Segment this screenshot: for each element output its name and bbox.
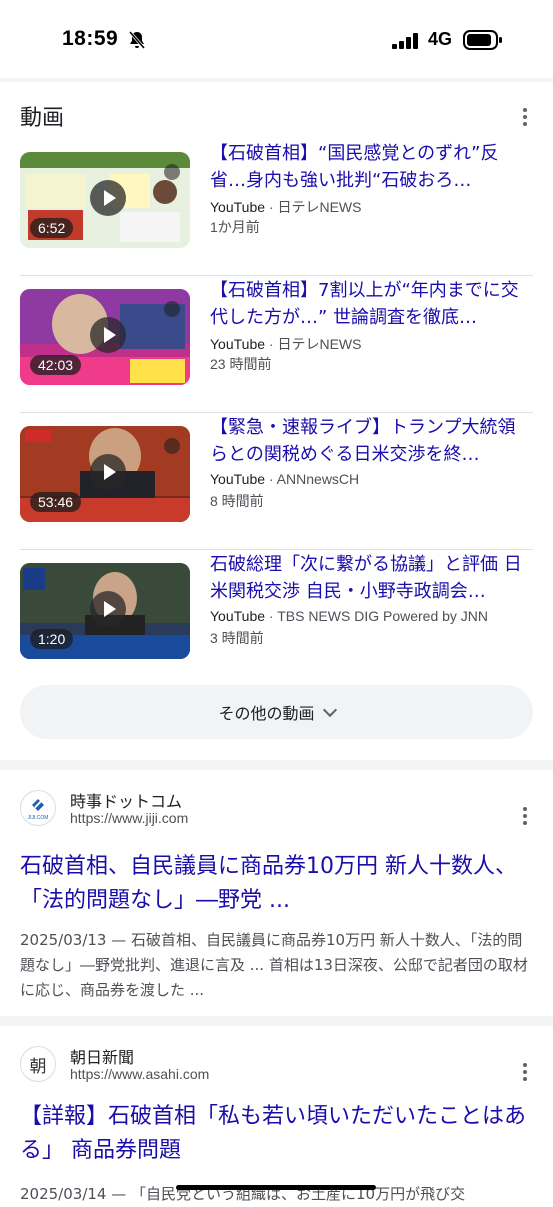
result-more-options-icon[interactable] — [513, 1060, 537, 1084]
site-favicon[interactable]: 朝 — [20, 1046, 56, 1082]
more-videos-label: その他の動画 — [218, 704, 315, 723]
site-url[interactable]: https://www.jiji.com — [70, 810, 188, 826]
status-time: 18:59 — [62, 27, 119, 50]
section-divider — [0, 1016, 553, 1026]
expand-icon — [164, 164, 180, 180]
row-divider — [20, 275, 533, 276]
svg-text:JIJI.COM: JIJI.COM — [28, 815, 49, 821]
video-duration: 53:46 — [30, 492, 82, 512]
video-age: 3 時間前 — [210, 630, 264, 646]
home-indicator[interactable] — [176, 1185, 376, 1190]
videos-section-title: 動画 — [20, 105, 65, 130]
video-duration: 1:20 — [30, 629, 74, 649]
search-result: JIJI.COM 時事ドットコム https://www.jiji.com 石破… — [20, 790, 533, 1010]
videos-more-options-icon[interactable] — [513, 105, 537, 129]
video-title[interactable]: 【石破首相】“国民感覚とのずれ”反省…身内も強い批判“石破おろ… — [210, 140, 533, 194]
video-source: YouTube · TBS NEWS DIG Powered by JNN — [210, 608, 489, 624]
video-age: 23 時間前 — [210, 356, 272, 372]
video-result[interactable]: 42:03 【石破首相】7割以上が“年内までに交代した方が…” 世論調査を徹底…… — [20, 277, 533, 413]
site-name[interactable]: 朝日新聞 — [70, 1044, 134, 1068]
more-videos-button[interactable]: その他の動画 — [20, 685, 533, 739]
video-source: YouTube · ANNnewsCH — [210, 471, 360, 487]
search-result: 朝 朝日新聞 https://www.asahi.com 【詳報】石破首相「私も… — [20, 1044, 533, 1203]
play-icon — [90, 591, 126, 627]
expand-icon — [164, 301, 180, 317]
video-result[interactable]: 1:20 石破総理「次に繋がる協議」と評価 日米関税交渉 自民・小野寺政調会… … — [20, 551, 533, 677]
video-title[interactable]: 石破総理「次に繋がる協議」と評価 日米関税交渉 自民・小野寺政調会… — [210, 551, 533, 605]
site-url[interactable]: https://www.asahi.com — [70, 1066, 209, 1082]
section-divider — [0, 760, 553, 770]
video-thumbnail[interactable]: 53:46 — [20, 426, 190, 522]
video-duration: 42:03 — [30, 355, 82, 375]
site-favicon[interactable]: JIJI.COM — [20, 790, 56, 826]
play-icon — [90, 454, 126, 490]
chevron-down-icon — [322, 702, 337, 717]
video-title[interactable]: 【石破首相】7割以上が“年内までに交代した方が…” 世論調査を徹底… — [210, 277, 533, 331]
video-duration: 6:52 — [30, 218, 74, 238]
cellular-signal-icon — [392, 33, 418, 49]
jiji-logo-icon: JIJI.COM — [28, 799, 49, 821]
row-divider — [20, 412, 533, 413]
result-title-link[interactable]: 【詳報】石破首相「私も若い頃いただいたことはある」 商品券問題 — [20, 1100, 533, 1168]
video-result[interactable]: 6:52 【石破首相】“国民感覚とのずれ”反省…身内も強い批判“石破おろ… Yo… — [20, 140, 533, 276]
result-snippet: 2025/03/13 — 石破首相、自民議員に商品券10万円 新人十数人、「法的… — [20, 931, 528, 999]
play-icon — [90, 180, 126, 216]
video-result[interactable]: 53:46 【緊急・速報ライブ】トランプ大統領らとの関税めぐる日米交渉を終… Y… — [20, 414, 533, 550]
status-bar: 18:59 4G — [0, 0, 553, 78]
video-thumbnail[interactable]: 42:03 — [20, 289, 190, 385]
row-divider — [20, 549, 533, 550]
video-age: 1か月前 — [210, 219, 260, 235]
network-type: 4G — [428, 29, 453, 49]
battery-icon — [463, 30, 502, 50]
result-more-options-icon[interactable] — [513, 804, 537, 828]
asahi-logo-icon: 朝 — [29, 1056, 47, 1077]
expand-icon — [164, 438, 180, 454]
video-age: 8 時間前 — [210, 493, 264, 509]
bell-muted-icon — [128, 31, 146, 49]
video-thumbnail[interactable]: 6:52 — [20, 152, 190, 248]
top-divider — [0, 78, 553, 82]
video-source: YouTube · 日テレNEWS — [210, 336, 362, 352]
video-source: YouTube · 日テレNEWS — [210, 199, 362, 215]
site-name[interactable]: 時事ドットコム — [70, 788, 182, 812]
result-title-link[interactable]: 石破首相、自民議員に商品券10万円 新人十数人、「法的問題なし」―野党 ... — [20, 850, 533, 918]
video-thumbnail[interactable]: 1:20 — [20, 563, 190, 659]
play-icon — [90, 317, 126, 353]
video-title[interactable]: 【緊急・速報ライブ】トランプ大統領らとの関税めぐる日米交渉を終… — [210, 414, 533, 468]
